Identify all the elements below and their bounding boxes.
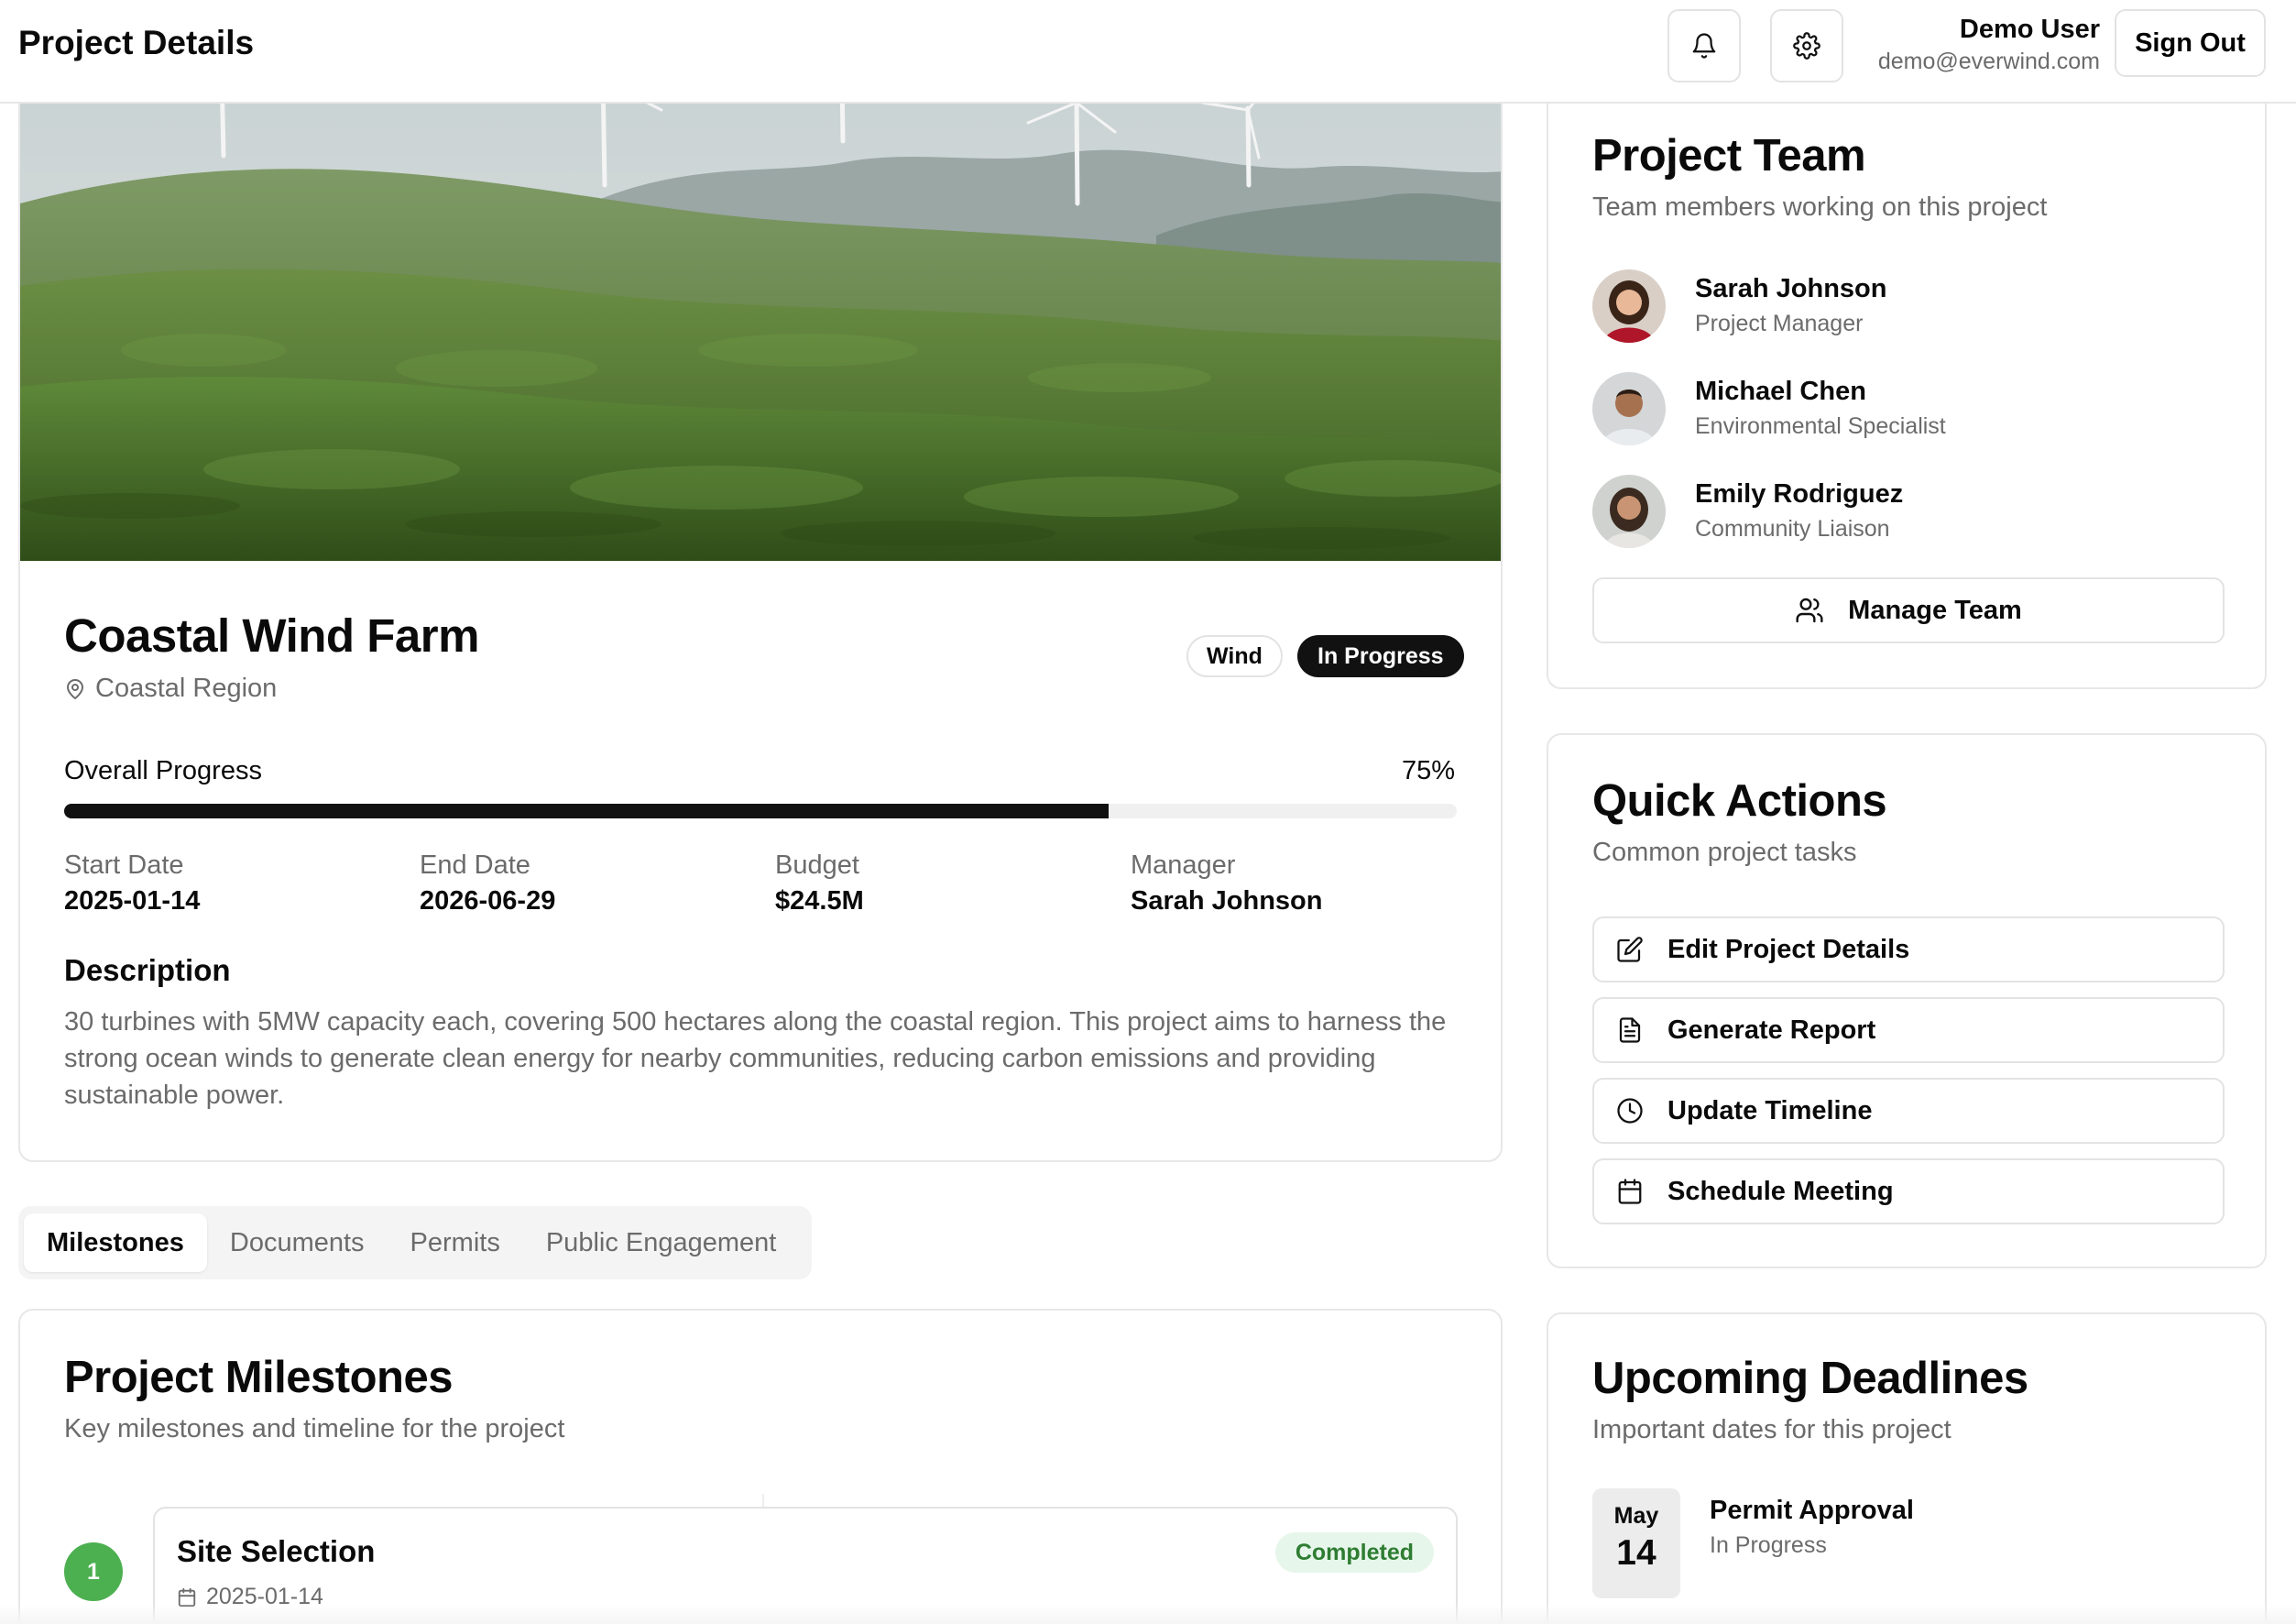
quick-actions-header: Quick Actions Common project tasks: [1592, 775, 1887, 868]
team-member[interactable]: Sarah Johnson Project Manager: [1592, 269, 2234, 343]
project-hero-image: [20, 75, 1501, 561]
meta-label: End Date: [420, 850, 530, 880]
progress-bar: [64, 804, 1457, 818]
quick-actions-title: Quick Actions: [1592, 776, 1887, 826]
meta-label: Budget: [775, 850, 859, 880]
clock-icon: [1617, 1098, 1643, 1124]
tab-public-engagement[interactable]: Public Engagement: [523, 1213, 800, 1272]
tab-milestones[interactable]: Milestones: [24, 1213, 207, 1272]
user-name: Demo User: [1959, 15, 2100, 44]
team-header: Project Team Team members working on thi…: [1592, 130, 2047, 223]
generate-report-button[interactable]: Generate Report: [1592, 997, 2225, 1063]
team-member[interactable]: Michael Chen Environmental Specialist: [1592, 372, 2234, 445]
meta-label: Start Date: [64, 850, 184, 880]
project-overview-card: Coastal Wind Farm Coastal Region Wind In…: [18, 73, 1503, 1162]
meta-end-date: End Date 2026-06-29: [420, 850, 768, 916]
project-name: Coastal Wind Farm: [64, 609, 479, 662]
manage-team-button[interactable]: Manage Team: [1592, 577, 2225, 643]
progress-bar-fill: [64, 804, 1109, 818]
deadline-status: In Progress: [1710, 1532, 1827, 1558]
team-member[interactable]: Emily Rodriguez Community Liaison: [1592, 475, 2234, 548]
page-title: Project Details: [18, 24, 255, 61]
member-name: Michael Chen: [1695, 377, 1866, 406]
map-pin-icon: [67, 678, 83, 699]
tab-permits[interactable]: Permits: [388, 1213, 523, 1272]
deadline-date-block: May 14: [1592, 1488, 1680, 1598]
milestone-number: 1: [64, 1542, 123, 1601]
schedule-meeting-button[interactable]: Schedule Meeting: [1592, 1158, 2225, 1224]
milestones-card: Project Milestones Key milestones and ti…: [18, 1309, 1503, 1624]
users-icon: [1796, 598, 1823, 623]
member-name: Emily Rodriguez: [1695, 479, 1904, 509]
sign-out-button[interactable]: Sign Out: [2115, 9, 2266, 77]
member-role: Community Liaison: [1695, 516, 1890, 542]
generate-report-label: Generate Report: [1667, 1015, 1876, 1045]
edit-icon: [1617, 937, 1643, 962]
milestone-title: Site Selection: [177, 1534, 376, 1568]
milestones-subtitle: Key milestones and timeline for the proj…: [64, 1414, 565, 1443]
upcoming-deadlines-card: Upcoming Deadlines Important dates for t…: [1547, 1312, 2267, 1624]
settings-button[interactable]: [1770, 9, 1843, 82]
meta-manager: Manager Sarah Johnson: [1131, 850, 1479, 916]
calendar-icon: [1618, 1179, 1642, 1204]
progress-value: 75%: [1401, 756, 1455, 785]
top-header: Project Details Demo User demo@everwind.…: [0, 0, 2296, 104]
meta-value: 2025-01-14: [64, 886, 201, 916]
milestones-title: Project Milestones: [64, 1353, 453, 1402]
member-role: Project Manager: [1695, 311, 1864, 336]
edit-project-label: Edit Project Details: [1667, 934, 1910, 964]
milestone-status-badge: Completed: [1274, 1532, 1434, 1573]
deadlines-title: Upcoming Deadlines: [1592, 1354, 2028, 1403]
project-location: Coastal Region: [64, 674, 277, 704]
deadlines-subtitle: Important dates for this project: [1592, 1415, 1952, 1444]
deadline-month: May: [1613, 1503, 1659, 1529]
meta-value: Sarah Johnson: [1131, 886, 1323, 916]
avatar: [1592, 475, 1666, 548]
deadline-title: Permit Approval: [1710, 1496, 1914, 1525]
member-name: Sarah Johnson: [1695, 274, 1887, 303]
meta-value: 2026-06-29: [420, 886, 556, 916]
quick-actions-subtitle: Common project tasks: [1592, 838, 1857, 867]
schedule-meeting-label: Schedule Meeting: [1667, 1176, 1894, 1206]
file-text-icon: [1619, 1017, 1641, 1043]
deadlines-header: Upcoming Deadlines Important dates for t…: [1592, 1353, 2028, 1445]
avatar: [1592, 372, 1666, 445]
project-team-card: Project Team Team members working on thi…: [1547, 73, 2267, 689]
progress-label: Overall Progress: [64, 756, 262, 785]
project-location-label: Coastal Region: [95, 674, 278, 703]
meta-budget: Budget $24.5M: [775, 850, 1123, 916]
user-email: demo@everwind.com: [1877, 49, 2100, 74]
team-title: Project Team: [1592, 131, 1866, 181]
milestones-header: Project Milestones Key milestones and ti…: [64, 1352, 564, 1444]
meta-label: Manager: [1131, 850, 1236, 880]
quick-actions-card: Quick Actions Common project tasks Edit …: [1547, 733, 2267, 1268]
status-badge: In Progress: [1297, 635, 1464, 677]
bell-icon: [1692, 33, 1716, 59]
update-timeline-label: Update Timeline: [1667, 1095, 1873, 1125]
project-type-badge: Wind: [1186, 635, 1283, 677]
avatar: [1592, 269, 1666, 343]
description-title: Description: [64, 953, 231, 987]
manage-team-label: Manage Team: [1848, 595, 2022, 625]
notifications-button[interactable]: [1667, 9, 1741, 82]
team-subtitle: Team members working on this project: [1592, 192, 2048, 222]
update-timeline-button[interactable]: Update Timeline: [1592, 1078, 2225, 1144]
scroll-fade: [0, 1604, 2296, 1624]
deadline-day: 14: [1616, 1533, 1656, 1573]
tab-documents[interactable]: Documents: [207, 1213, 388, 1272]
edit-project-button[interactable]: Edit Project Details: [1592, 916, 2225, 982]
meta-start-date: Start Date 2025-01-14: [64, 850, 412, 916]
gear-icon: [1793, 32, 1820, 60]
project-tabs: Milestones Documents Permits Public Enga…: [18, 1206, 812, 1279]
meta-value: $24.5M: [775, 886, 864, 916]
description-text: 30 turbines with 5MW capacity each, cove…: [64, 1007, 1447, 1110]
member-role: Environmental Specialist: [1695, 413, 1946, 439]
